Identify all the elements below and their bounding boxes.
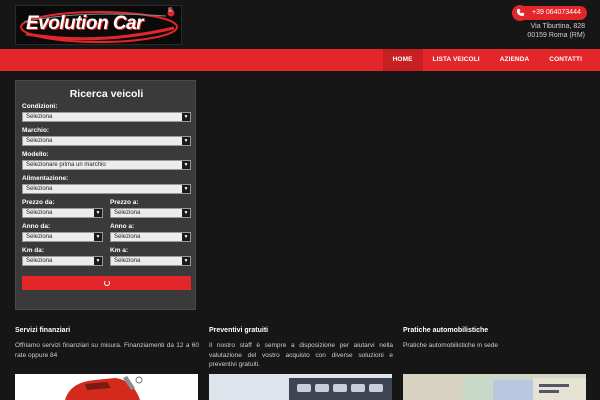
documents-image: [403, 374, 586, 400]
marchio-value: Seleziona: [26, 138, 53, 144]
vehicle-search-panel: Ricerca veicoli Condizioni: Seleziona ▼ …: [15, 80, 196, 310]
alimentazione-select[interactable]: Seleziona ▼: [22, 184, 191, 194]
anno-a-value: Seleziona: [114, 234, 141, 240]
nav-lista-veicoli[interactable]: LISTA VEICOLI: [423, 49, 490, 71]
phone-contact[interactable]: +39 064073444: [512, 4, 587, 21]
main-nav: HOME LISTA VEICOLI AZIENDA CONTATTI: [382, 49, 592, 71]
condizioni-label: Condizioni:: [22, 103, 58, 110]
nav-home[interactable]: HOME: [382, 49, 423, 71]
chevron-down-icon: ▼: [182, 257, 190, 265]
chevron-down-icon: ▼: [182, 113, 190, 121]
column-title: Servizi finanziari: [15, 327, 71, 334]
km-a-value: Seleziona: [114, 258, 141, 264]
finance-car-image: [15, 374, 198, 400]
prezzo-a-select[interactable]: Seleziona ▼: [110, 208, 191, 218]
marchio-select[interactable]: Seleziona ▼: [22, 136, 191, 146]
address-city: 00159 Roma (RM): [527, 32, 585, 39]
prezzo-a-label: Prezzo a:: [110, 199, 139, 206]
km-a-select[interactable]: Seleziona ▼: [110, 256, 191, 266]
column-text: Offriamo servizi finanziari su misura. F…: [15, 342, 199, 359]
search-button[interactable]: [22, 276, 191, 290]
marchio-label: Marchio:: [22, 127, 50, 134]
anno-da-select[interactable]: Seleziona ▼: [22, 232, 103, 242]
nav-contatti[interactable]: CONTATTI: [539, 49, 592, 71]
prezzo-da-select[interactable]: Seleziona ▼: [22, 208, 103, 218]
address-street: Via Tiburtina, 828: [530, 23, 585, 30]
km-da-select[interactable]: Seleziona ▼: [22, 256, 103, 266]
address: Via Tiburtina, 828 00159 Roma (RM): [527, 22, 585, 40]
info-column-finanziari: Servizi finanziari Offriamo servizi fina…: [15, 327, 199, 360]
prezzo-a-value: Seleziona: [114, 210, 141, 216]
column-text: Il nostro staff è sempre a disposizione …: [209, 342, 393, 368]
km-da-value: Seleziona: [26, 258, 53, 264]
chevron-down-icon: ▼: [94, 209, 102, 217]
chevron-down-icon: ▼: [182, 209, 190, 217]
chevron-down-icon: ▼: [94, 257, 102, 265]
logo[interactable]: Evolution Car ®: [15, 5, 182, 45]
column-title: Pratiche automobilistiche: [403, 327, 489, 334]
modello-label: Modello:: [22, 151, 49, 158]
modello-select[interactable]: Selezionare prima un marchio ▼: [22, 160, 191, 170]
search-title: Ricerca veicoli: [69, 88, 144, 100]
column-text: Pratiche automobilistiche in sede: [403, 342, 499, 349]
info-column-pratiche: Pratiche automobilistiche Pratiche autom…: [403, 327, 587, 351]
alimentazione-label: Alimentazione:: [22, 175, 69, 182]
phone-number[interactable]: +39 064073444: [522, 5, 587, 20]
condizioni-value: Seleziona: [26, 114, 53, 120]
loading-spinner-icon: [103, 280, 110, 286]
modello-value: Selezionare prima un marchio: [26, 162, 106, 168]
logo-text: Evolution Car: [26, 13, 144, 34]
anno-a-label: Anno a:: [110, 223, 135, 230]
anno-da-value: Seleziona: [26, 234, 53, 240]
alimentazione-value: Seleziona: [26, 186, 53, 192]
anno-a-select[interactable]: Seleziona ▼: [110, 232, 191, 242]
phone-icon: [512, 4, 528, 21]
chevron-down-icon: ▼: [182, 161, 190, 169]
calculator-image: [209, 374, 392, 400]
chevron-down-icon: ▼: [182, 233, 190, 241]
chevron-down-icon: ▼: [182, 137, 190, 145]
km-a-label: Km a:: [110, 247, 129, 254]
km-da-label: Km da:: [22, 247, 45, 254]
site-header: Evolution Car ® +39 064073444 Via Tiburt…: [0, 0, 600, 49]
main-navbar: HOME LISTA VEICOLI AZIENDA CONTATTI: [0, 49, 600, 71]
chevron-down-icon: ▼: [94, 233, 102, 241]
column-title: Preventivi gratuiti: [209, 327, 269, 334]
chevron-down-icon: ▼: [182, 185, 190, 193]
condizioni-select[interactable]: Seleziona ▼: [22, 112, 191, 122]
info-column-preventivi: Preventivi gratuiti Il nostro staff è se…: [209, 327, 393, 370]
registered-mark: ®: [168, 8, 173, 14]
prezzo-da-value: Seleziona: [26, 210, 53, 216]
nav-azienda[interactable]: AZIENDA: [490, 49, 540, 71]
anno-da-label: Anno da:: [22, 223, 51, 230]
prezzo-da-label: Prezzo da:: [22, 199, 55, 206]
